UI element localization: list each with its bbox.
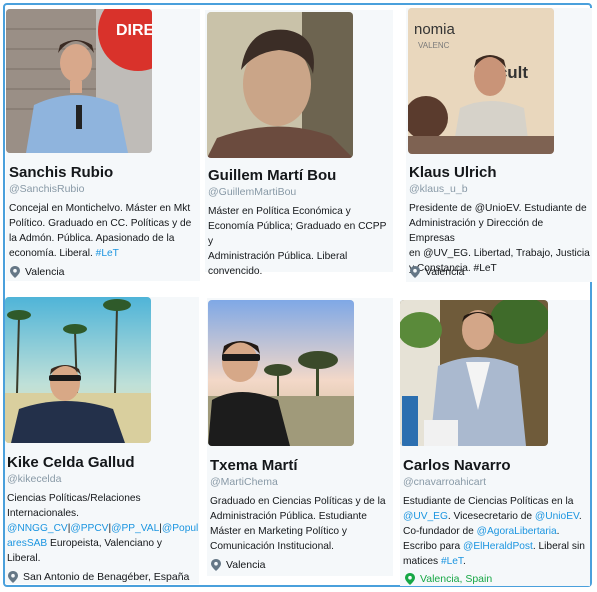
profile-name[interactable]: Txema Martí (210, 457, 298, 474)
profile-handle[interactable]: @GuillemMartiBou (208, 186, 296, 198)
profile-handle[interactable]: @cnavarroahicart (403, 476, 486, 488)
mention-link[interactable]: @UnioEV (475, 203, 519, 214)
svg-text:DIRE: DIRE (116, 22, 152, 39)
mention-link[interactable]: @AgoraLibertaria (477, 526, 557, 537)
location-pin-icon (405, 573, 415, 585)
profile-location: Valencia (211, 559, 266, 571)
mention-link[interactable]: @NNGG_CV (7, 523, 68, 534)
profile-photo[interactable] (5, 297, 151, 443)
profile-location: Valencia, Spain (405, 573, 492, 585)
svg-text:nomia: nomia (414, 21, 456, 38)
location-pin-icon (10, 266, 20, 278)
profile-name[interactable]: Kike Celda Gallud (7, 454, 135, 471)
profile-location: Valencia (410, 266, 465, 278)
profile-bio: Estudiante de Ciencias Políticas en la @… (403, 496, 585, 567)
profile-photo[interactable]: DIRE (6, 9, 152, 153)
profile-bio: Graduado en Ciencias Políticas y de la A… (210, 496, 386, 552)
mention-link[interactable]: @ElHeraldPost (463, 541, 533, 552)
mention-link[interactable]: @UnioEV (535, 511, 579, 522)
mention-link[interactable]: aresSAB (7, 538, 47, 549)
profile-name[interactable]: Klaus Ulrich (409, 164, 497, 181)
hashtag-link[interactable]: #LeT (96, 248, 119, 259)
profile-location: Valencia (10, 266, 65, 278)
svg-text:VALENC: VALENC (418, 41, 450, 50)
profile-bio: Presidente de @UnioEV. Estudiante de Adm… (409, 203, 590, 274)
profile-photo[interactable] (400, 300, 548, 446)
mention-link[interactable]: @UV_EG (403, 511, 448, 522)
location-pin-icon (8, 571, 18, 583)
hashtag-link[interactable]: #LeT (441, 556, 463, 567)
profile-handle[interactable]: @kikecelda (7, 473, 61, 485)
profile-photo[interactable] (207, 12, 353, 158)
location-pin-icon (410, 266, 420, 278)
location-pin-icon (211, 559, 221, 571)
profile-name[interactable]: Guillem Martí Bou (208, 167, 336, 184)
profile-location: San Antonio de Benagéber, España (8, 571, 189, 583)
profile-photo[interactable] (208, 300, 354, 446)
profile-handle[interactable]: @SanchisRubio (9, 183, 84, 195)
profile-bio: Máster en Política Económica y Economía … (208, 206, 387, 277)
mention-link[interactable]: @Popul (162, 523, 198, 534)
profile-handle[interactable]: @klaus_u_b (409, 183, 468, 195)
mention-link[interactable]: @UV_EG (423, 248, 468, 259)
profile-bio: Concejal en Montichelvo. Máster en Mkt P… (9, 203, 192, 259)
profile-name[interactable]: Sanchis Rubio (9, 164, 113, 181)
profile-bio: Ciencias Políticas/Relaciones Internacio… (7, 493, 199, 564)
profile-handle[interactable]: @MartiChema (210, 476, 278, 488)
profile-photo[interactable]: nomia Facult VALENC (408, 8, 554, 154)
mention-link[interactable]: @PP_VAL (111, 523, 159, 534)
mention-link[interactable]: @PPCV (70, 523, 108, 534)
profile-name[interactable]: Carlos Navarro (403, 457, 511, 474)
